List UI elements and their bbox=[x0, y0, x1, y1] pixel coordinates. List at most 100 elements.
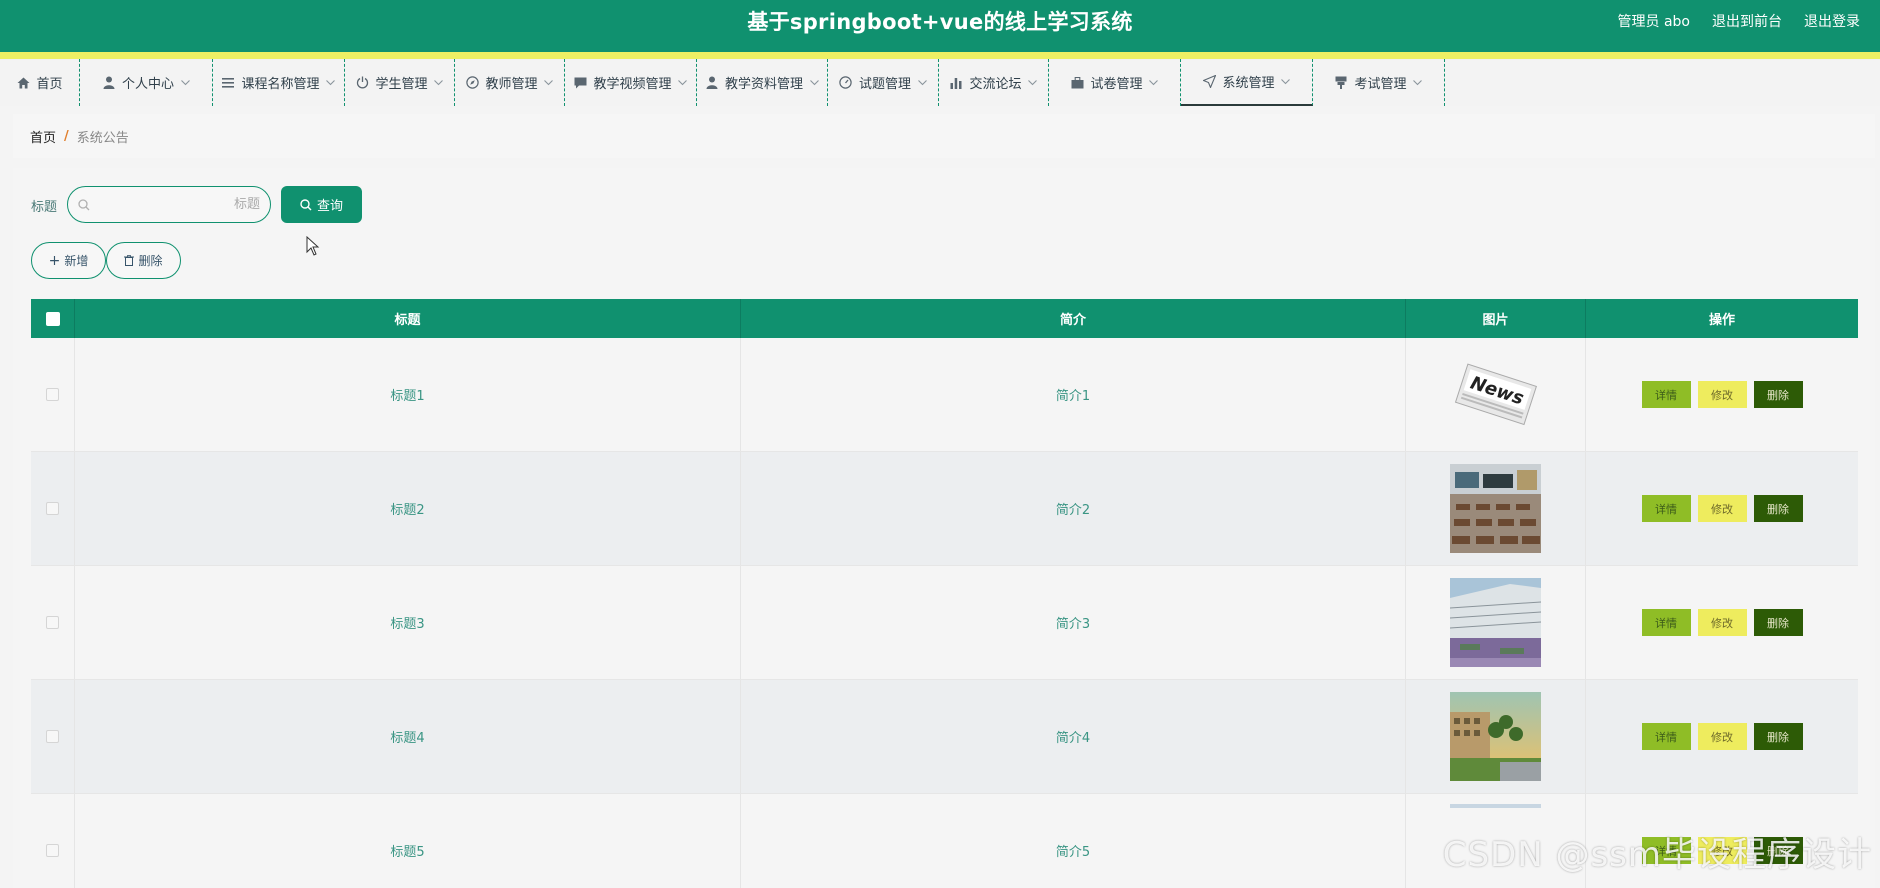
edit-button[interactable]: 修改 bbox=[1697, 495, 1747, 522]
thumbnail-image[interactable]: News bbox=[1450, 350, 1541, 439]
nav-item-7[interactable]: 试题管理 bbox=[828, 59, 939, 106]
thumbnail-image[interactable] bbox=[1450, 692, 1541, 781]
comment-icon bbox=[573, 76, 587, 90]
add-button-label: 新增 bbox=[64, 254, 89, 268]
nav-item-label: 首页 bbox=[36, 77, 63, 92]
search-icon bbox=[78, 198, 90, 210]
trash-icon bbox=[124, 255, 135, 266]
chevron-down-icon bbox=[544, 78, 554, 88]
top-header: 基于springboot+vue的线上学习系统 管理员 abo 退出到前台 退出… bbox=[0, 0, 1880, 52]
notice-table: 标题 简介 图片 操作 标题1 简介1 News 详情 修改 删除 标题2 简介2 详情 修改 删除… bbox=[31, 299, 1858, 888]
cell-actions: 详情 修改 删除 bbox=[1586, 452, 1858, 565]
header-actions: 管理员 abo 退出到前台 退出登录 bbox=[1618, 11, 1860, 31]
app-title: 基于springboot+vue的线上学习系统 bbox=[747, 10, 1133, 34]
row-checkbox[interactable] bbox=[46, 388, 59, 401]
column-header-image: 图片 bbox=[1406, 299, 1586, 338]
search-input[interactable] bbox=[90, 197, 260, 212]
chevron-down-icon bbox=[180, 78, 190, 88]
nav-item-8[interactable]: 交流论坛 bbox=[939, 59, 1049, 106]
user-icon bbox=[102, 76, 116, 90]
batch-delete-button[interactable]: 删除 bbox=[106, 242, 181, 279]
dashboard-icon bbox=[839, 76, 853, 90]
content-panel: 标题 查询 + 新增 删除 标题 简介 图片 操作 标题1简介1News详情修改… bbox=[13, 168, 1875, 888]
nav-item-1[interactable]: 个人中心 bbox=[80, 59, 213, 106]
detail-button[interactable]: 详情 bbox=[1641, 495, 1691, 522]
current-user-label: 管理员 abo bbox=[1617, 14, 1690, 30]
nav-item-2[interactable]: 课程名称管理 bbox=[213, 59, 345, 106]
cell-title: 标题1 bbox=[75, 338, 741, 451]
cell-intro: 简介2 bbox=[741, 452, 1406, 565]
nav-item-label: 试卷管理 bbox=[1090, 77, 1143, 92]
nav-item-label: 交流论坛 bbox=[969, 77, 1022, 92]
nav-item-label: 教师管理 bbox=[485, 77, 538, 92]
row-checkbox-cell bbox=[31, 338, 75, 451]
nav-item-9[interactable]: 试卷管理 bbox=[1049, 59, 1181, 106]
cell-title: 标题3 bbox=[75, 566, 741, 679]
cell-image bbox=[1406, 452, 1586, 565]
nav-item-3[interactable]: 学生管理 bbox=[345, 59, 455, 106]
cell-actions: 详情 修改 删除 bbox=[1586, 338, 1858, 451]
chevron-down-icon bbox=[326, 78, 336, 88]
column-header-title: 标题 bbox=[75, 299, 741, 338]
row-checkbox[interactable] bbox=[46, 730, 59, 743]
breadcrumb-separator: / bbox=[64, 128, 69, 144]
cell-image bbox=[1406, 566, 1586, 679]
cell-actions: 详情 修改 删除 bbox=[1586, 680, 1858, 793]
chevron-down-icon bbox=[434, 78, 444, 88]
edit-button[interactable]: 修改 bbox=[1697, 609, 1747, 636]
cell-intro: 简介5 bbox=[741, 794, 1406, 888]
nav-item-label: 系统管理 bbox=[1222, 76, 1275, 91]
thumbnail-image[interactable] bbox=[1450, 578, 1541, 667]
nav-item-4[interactable]: 教师管理 bbox=[455, 59, 565, 106]
row-checkbox-cell bbox=[31, 680, 75, 793]
detail-button[interactable]: 详情 bbox=[1641, 723, 1691, 750]
chevron-down-icon bbox=[1149, 78, 1159, 88]
nav-item-5[interactable]: 教学视频管理 bbox=[565, 59, 697, 106]
cell-actions: 详情 修改 删除 bbox=[1586, 566, 1858, 679]
send-icon bbox=[1202, 75, 1216, 89]
nav-item-11[interactable]: 考试管理 bbox=[1313, 59, 1445, 106]
edit-button[interactable]: 修改 bbox=[1697, 723, 1747, 750]
row-checkbox[interactable] bbox=[46, 844, 59, 857]
mouse-cursor-icon bbox=[306, 236, 320, 256]
nav-item-10[interactable]: 系统管理 bbox=[1181, 59, 1313, 106]
cell-intro: 简介4 bbox=[741, 680, 1406, 793]
select-all-checkbox[interactable] bbox=[45, 311, 60, 326]
back-to-front-link[interactable]: 退出到前台 bbox=[1712, 11, 1782, 31]
delete-button[interactable]: 删除 bbox=[1753, 723, 1803, 750]
add-button[interactable]: + 新增 bbox=[31, 242, 106, 279]
header-accent-strip bbox=[0, 52, 1880, 59]
nav-item-label: 试题管理 bbox=[858, 77, 911, 92]
detail-button[interactable]: 详情 bbox=[1641, 381, 1691, 408]
delete-button[interactable]: 删除 bbox=[1753, 381, 1803, 408]
plus-icon: + bbox=[48, 252, 61, 269]
query-button[interactable]: 查询 bbox=[281, 186, 362, 223]
row-checkbox[interactable] bbox=[46, 502, 59, 515]
table-row: 标题4 简介4 详情 修改 删除 bbox=[31, 680, 1858, 794]
chevron-down-icon bbox=[1028, 78, 1038, 88]
chart-icon bbox=[949, 76, 963, 90]
edit-button[interactable]: 修改 bbox=[1697, 381, 1747, 408]
nav-item-label: 学生管理 bbox=[375, 77, 428, 92]
row-checkbox[interactable] bbox=[46, 616, 59, 629]
search-icon bbox=[300, 198, 312, 210]
cell-title: 标题4 bbox=[75, 680, 741, 793]
nav-item-0[interactable]: 首页 bbox=[0, 59, 80, 106]
search-title-label: 标题 bbox=[31, 200, 58, 215]
logout-link[interactable]: 退出登录 bbox=[1804, 11, 1860, 31]
detail-button[interactable]: 详情 bbox=[1641, 609, 1691, 636]
chevron-down-icon bbox=[678, 78, 688, 88]
cell-title: 标题2 bbox=[75, 452, 741, 565]
thumbnail-image[interactable] bbox=[1450, 464, 1541, 553]
nav-item-6[interactable]: 教学资料管理 bbox=[697, 59, 828, 106]
cell-image: News bbox=[1406, 338, 1586, 451]
row-checkbox-cell bbox=[31, 566, 75, 679]
search-field[interactable] bbox=[67, 186, 271, 223]
user-icon bbox=[705, 76, 719, 90]
row-checkbox-cell bbox=[31, 452, 75, 565]
delete-button[interactable]: 删除 bbox=[1753, 495, 1803, 522]
delete-button[interactable]: 删除 bbox=[1753, 609, 1803, 636]
row-checkbox-cell bbox=[31, 794, 75, 888]
breadcrumb-home[interactable]: 首页 bbox=[30, 127, 56, 146]
watermark-text: CSDN @ssm毕设程序设计 bbox=[1442, 835, 1872, 875]
